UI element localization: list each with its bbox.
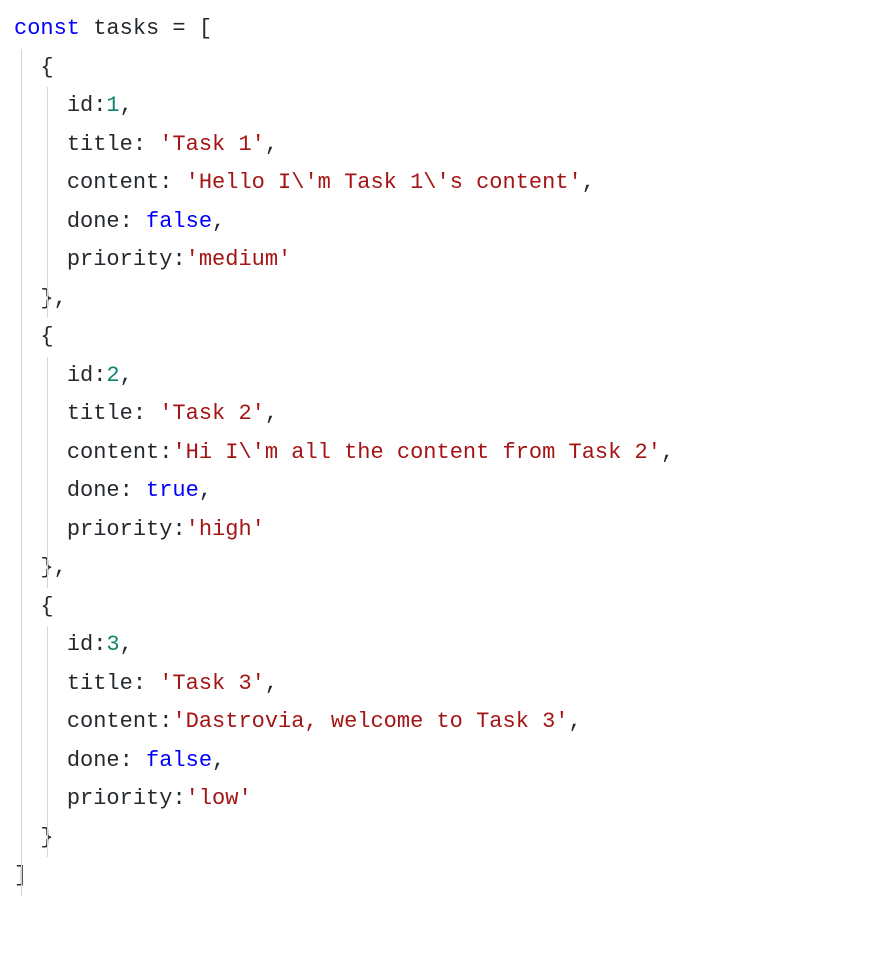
punct-comma: , <box>265 671 278 696</box>
string-literal: 'Task 1' <box>159 132 265 157</box>
prop-id: id <box>67 363 93 388</box>
string-literal: m all the content from Task 2' <box>265 440 661 465</box>
punct-colon: : <box>159 170 185 195</box>
prop-content: content <box>67 709 159 734</box>
indent-guide <box>47 87 48 318</box>
boolean-literal: false <box>146 748 212 773</box>
punct-colon: : <box>172 517 185 542</box>
prop-done: done <box>67 478 120 503</box>
string-literal: s content' <box>450 170 582 195</box>
prop-id: id <box>67 93 93 118</box>
indent-guide <box>47 626 48 857</box>
punct-colon: : <box>93 632 106 657</box>
punct-open-bracket: [ <box>199 16 212 41</box>
punct-colon: : <box>120 209 146 234</box>
punct-colon: : <box>159 440 172 465</box>
punct-colon: : <box>172 247 185 272</box>
prop-priority: priority <box>67 517 173 542</box>
prop-done: done <box>67 209 120 234</box>
identifier-tasks: tasks <box>93 16 159 41</box>
number-literal: 3 <box>106 632 119 657</box>
string-escape: \' <box>238 440 264 465</box>
punct-colon: : <box>93 363 106 388</box>
prop-done: done <box>67 748 120 773</box>
number-literal: 1 <box>106 93 119 118</box>
prop-priority: priority <box>67 786 173 811</box>
punct-comma: , <box>212 209 225 234</box>
punct-comma: , <box>120 93 133 118</box>
string-literal: 'Hi I <box>172 440 238 465</box>
boolean-literal: true <box>146 478 199 503</box>
punct-comma: , <box>582 170 595 195</box>
boolean-literal: false <box>146 209 212 234</box>
keyword-const: const <box>14 16 80 41</box>
prop-content: content <box>67 170 159 195</box>
string-literal: 'medium' <box>186 247 292 272</box>
indent-guide <box>21 49 22 896</box>
string-literal: m Task 1 <box>318 170 424 195</box>
punct-comma: , <box>212 748 225 773</box>
indent-guide <box>47 357 48 588</box>
punct-comma: , <box>120 363 133 388</box>
punct-colon: : <box>93 93 106 118</box>
prop-title: title <box>67 401 133 426</box>
punct-eq: = <box>159 16 199 41</box>
string-literal: 'Dastrovia, welcome to Task 3' <box>172 709 568 734</box>
string-literal: 'Task 2' <box>159 401 265 426</box>
punct-colon: : <box>133 671 159 696</box>
prop-priority: priority <box>67 247 173 272</box>
punct-open-brace: { <box>40 594 53 619</box>
punct-colon: : <box>133 401 159 426</box>
punct-colon: : <box>133 132 159 157</box>
string-literal: 'Task 3' <box>159 671 265 696</box>
punct-comma: , <box>265 401 278 426</box>
prop-title: title <box>67 671 133 696</box>
string-escape: \' <box>291 170 317 195</box>
punct-colon: : <box>120 478 146 503</box>
prop-id: id <box>67 632 93 657</box>
prop-content: content <box>67 440 159 465</box>
punct-comma: , <box>265 132 278 157</box>
punct-comma: , <box>199 478 212 503</box>
number-literal: 2 <box>106 363 119 388</box>
punct-comma: , <box>54 286 67 311</box>
string-escape: \' <box>423 170 449 195</box>
punct-colon: : <box>159 709 172 734</box>
punct-comma: , <box>569 709 582 734</box>
punct-colon: : <box>172 786 185 811</box>
punct-open-brace: { <box>40 55 53 80</box>
code-block: const tasks = [ { id:1, title: 'Task 1',… <box>0 0 874 906</box>
prop-title: title <box>67 132 133 157</box>
punct-comma: , <box>661 440 674 465</box>
string-literal: 'low' <box>186 786 252 811</box>
punct-comma: , <box>120 632 133 657</box>
string-literal: 'Hello I <box>186 170 292 195</box>
punct-comma: , <box>54 555 67 580</box>
punct-colon: : <box>120 748 146 773</box>
string-literal: 'high' <box>186 517 265 542</box>
punct-open-brace: { <box>40 324 53 349</box>
